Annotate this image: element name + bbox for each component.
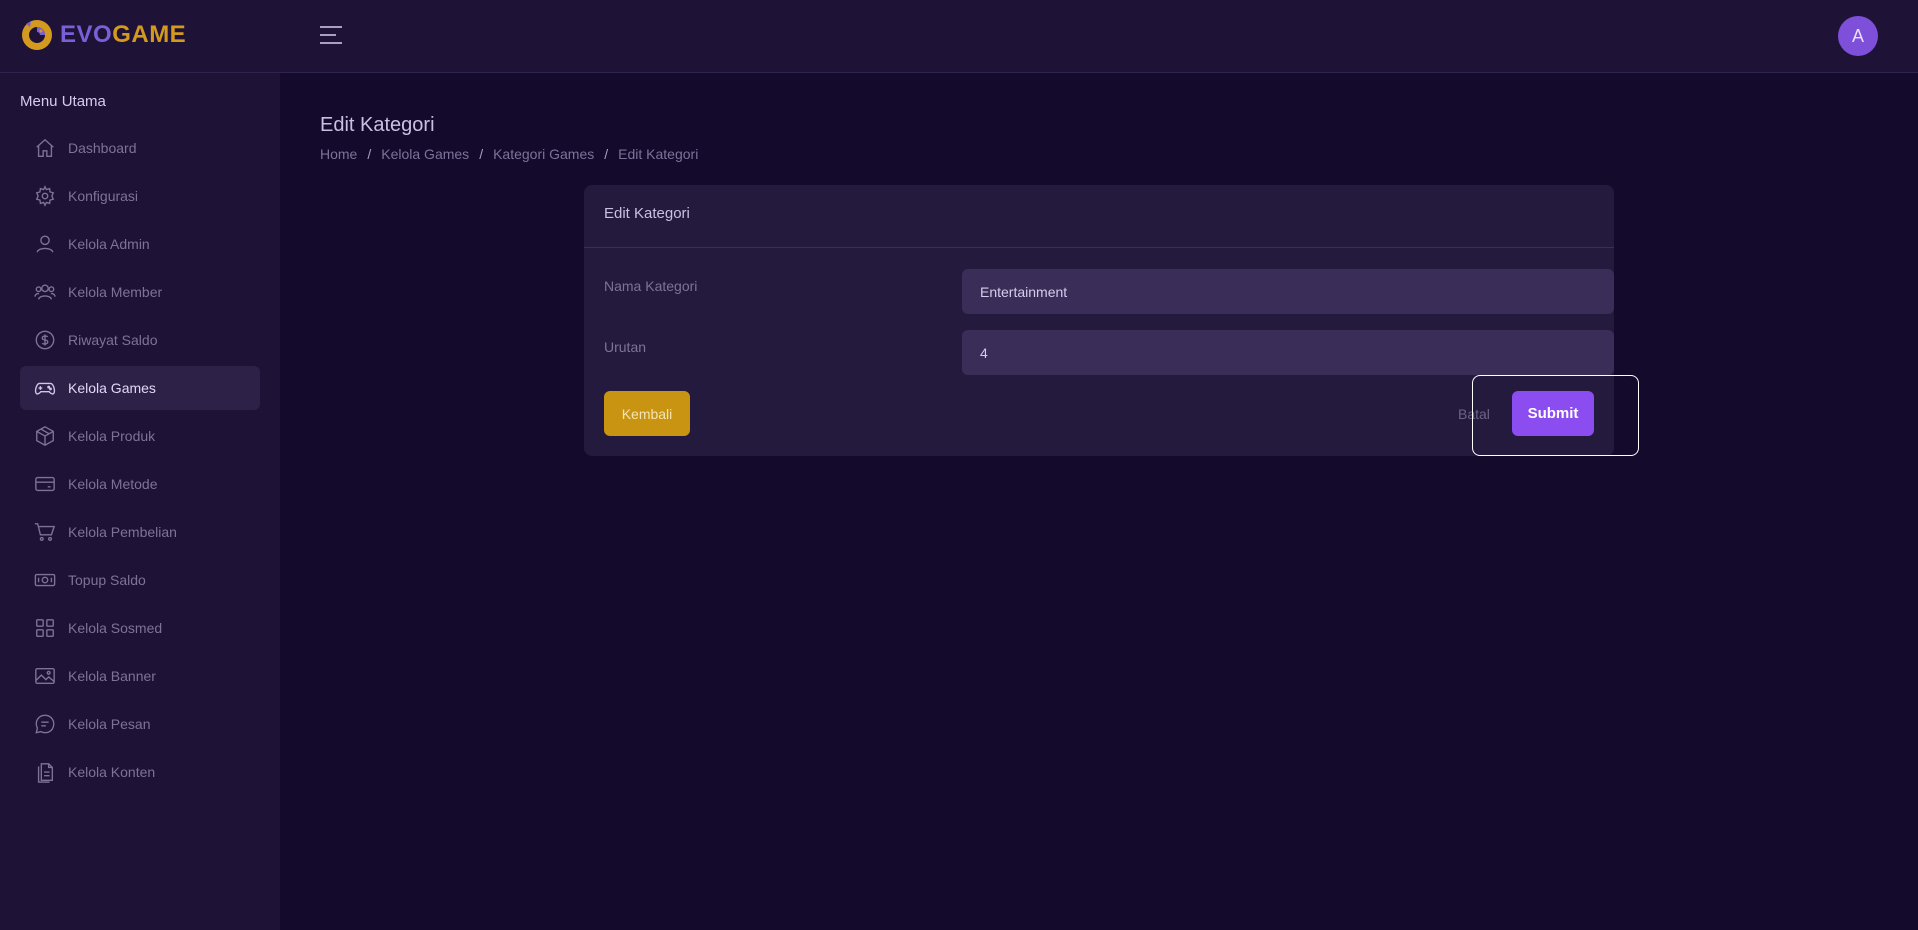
breadcrumb-kategori-games[interactable]: Kategori Games <box>493 146 594 162</box>
credit-card-icon <box>34 473 56 495</box>
gear-icon <box>34 185 56 207</box>
grid-icon <box>34 617 56 639</box>
sidebar-item-label: Riwayat Saldo <box>68 332 158 348</box>
sidebar-item-label: Kelola Games <box>68 380 156 396</box>
menu-title: Menu Utama <box>20 93 106 110</box>
brand-logo[interactable]: EVOGAME <box>20 18 186 52</box>
breadcrumb-current: Edit Kategori <box>618 146 699 162</box>
sidebar-menu: Dashboard Konfigurasi Kelola Admin Kelol… <box>20 126 260 798</box>
brand-name-game: GAME <box>112 21 187 48</box>
sidebar-item-kelola-pesan[interactable]: Kelola Pesan <box>20 702 260 746</box>
sidebar-item-kelola-member[interactable]: Kelola Member <box>20 270 260 314</box>
sidebar-item-label: Kelola Sosmed <box>68 620 163 636</box>
sidebar-item-label: Kelola Metode <box>68 476 158 492</box>
sidebar-item-kelola-games[interactable]: Kelola Games <box>20 366 260 410</box>
card-title: Edit Kategori <box>584 185 1614 248</box>
hamburger-icon[interactable] <box>320 26 342 46</box>
breadcrumb-kelola-games[interactable]: Kelola Games <box>381 146 469 162</box>
money-icon <box>34 569 56 591</box>
avatar[interactable]: A <box>1838 16 1878 56</box>
sidebar-item-label: Kelola Admin <box>68 236 150 252</box>
sidebar-item-kelola-sosmed[interactable]: Kelola Sosmed <box>20 606 260 650</box>
sidebar-item-kelola-konten[interactable]: Kelola Konten <box>20 750 260 794</box>
sidebar-item-label: Kelola Produk <box>68 428 156 444</box>
image-icon <box>34 665 56 687</box>
breadcrumb-separator: / <box>367 146 372 162</box>
cancel-button[interactable]: Batal <box>1458 391 1490 436</box>
brand-name-evo: EVO <box>60 21 113 48</box>
brand-name: EVOGAME <box>60 21 186 49</box>
category-name-row: Nama Kategori <box>604 269 1614 315</box>
users-icon <box>34 281 56 303</box>
sidebar-item-label: Kelola Member <box>68 284 163 300</box>
box-icon <box>34 425 56 447</box>
home-icon <box>34 137 56 159</box>
sidebar-item-kelola-pembelian[interactable]: Kelola Pembelian <box>20 510 260 554</box>
category-name-input[interactable] <box>962 269 1614 314</box>
gamepad-icon <box>34 377 56 399</box>
sidebar-item-label: Dashboard <box>68 140 137 156</box>
sidebar-item-label: Kelola Pesan <box>68 716 151 732</box>
sidebar-item-riwayat-saldo[interactable]: Riwayat Saldo <box>20 318 260 362</box>
sidebar-item-label: Kelola Banner <box>68 668 156 684</box>
page-title: Edit Kategori <box>320 114 435 136</box>
order-row: Urutan <box>604 330 1614 376</box>
back-button[interactable]: Kembali <box>604 391 690 436</box>
dragon-logo-icon <box>22 20 52 50</box>
sidebar-item-label: Konfigurasi <box>68 188 139 204</box>
breadcrumb: Home / Kelola Games / Kategori Games / E… <box>320 146 698 162</box>
breadcrumb-separator: / <box>479 146 484 162</box>
sidebar-item-topup-saldo[interactable]: Topup Saldo <box>20 558 260 602</box>
sidebar-item-konfigurasi[interactable]: Konfigurasi <box>20 174 260 218</box>
user-icon <box>34 233 56 255</box>
order-label: Urutan <box>604 339 647 355</box>
sidebar-item-kelola-produk[interactable]: Kelola Produk <box>20 414 260 458</box>
sidebar-item-kelola-metode[interactable]: Kelola Metode <box>20 462 260 506</box>
sidebar-item-kelola-admin[interactable]: Kelola Admin <box>20 222 260 266</box>
sidebar-item-label: Topup Saldo <box>68 572 146 588</box>
sidebar-item-label: Kelola Pembelian <box>68 524 177 540</box>
sidebar-item-kelola-banner[interactable]: Kelola Banner <box>20 654 260 698</box>
chat-icon <box>34 713 56 735</box>
breadcrumb-separator: / <box>604 146 609 162</box>
category-name-label: Nama Kategori <box>604 278 698 294</box>
breadcrumb-home[interactable]: Home <box>320 146 357 162</box>
sidebar-item-dashboard[interactable]: Dashboard <box>20 126 260 170</box>
cart-icon <box>34 521 56 543</box>
order-input[interactable] <box>962 330 1614 375</box>
edit-category-card: Edit Kategori Nama Kategori Urutan Kemba… <box>584 185 1614 456</box>
document-icon <box>34 761 56 783</box>
submit-button[interactable]: Submit <box>1512 391 1594 436</box>
dollar-circle-icon <box>34 329 56 351</box>
sidebar-item-label: Kelola Konten <box>68 764 156 780</box>
sidebar: Menu Utama Dashboard Konfigurasi Kelola … <box>0 73 280 930</box>
top-bar: EVOGAME A <box>0 0 1918 73</box>
